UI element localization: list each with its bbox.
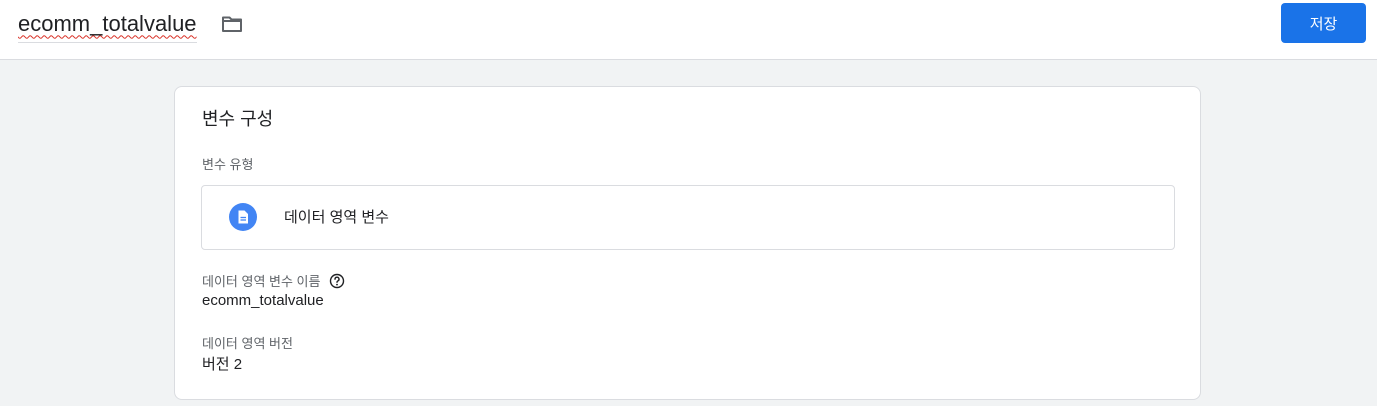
variable-type-label: 변수 유형 bbox=[202, 157, 254, 172]
save-button[interactable]: 저장 bbox=[1281, 3, 1366, 43]
datalayer-variable-name-label: 데이터 영역 변수 이름 bbox=[202, 271, 345, 290]
datalayer-version-label-text: 데이터 영역 버전 bbox=[202, 336, 293, 351]
variable-type-name: 데이터 영역 변수 bbox=[284, 209, 389, 226]
datalayer-version-label: 데이터 영역 버전 bbox=[202, 333, 293, 352]
variable-type-selector[interactable]: 데이터 영역 변수 bbox=[201, 185, 1175, 250]
variable-name-input[interactable]: ecomm_totalvalue bbox=[18, 10, 197, 43]
document-icon bbox=[229, 203, 257, 231]
variable-config-card: 변수 구성 변수 유형 데이터 영역 변수 데이터 영역 변수 이름 ecomm… bbox=[174, 86, 1201, 400]
datalayer-variable-name-label-text: 데이터 영역 변수 이름 bbox=[202, 274, 321, 289]
card-title: 변수 구성 bbox=[202, 109, 274, 129]
variable-name-field[interactable]: ecomm_totalvalue bbox=[18, 8, 197, 44]
datalayer-variable-name-value: ecomm_totalvalue bbox=[202, 292, 324, 309]
datalayer-version-value: 버전 2 bbox=[202, 356, 243, 373]
header: ecomm_totalvalue 저장 bbox=[0, 0, 1377, 60]
folder-icon[interactable] bbox=[220, 12, 244, 36]
help-icon[interactable] bbox=[329, 273, 345, 289]
